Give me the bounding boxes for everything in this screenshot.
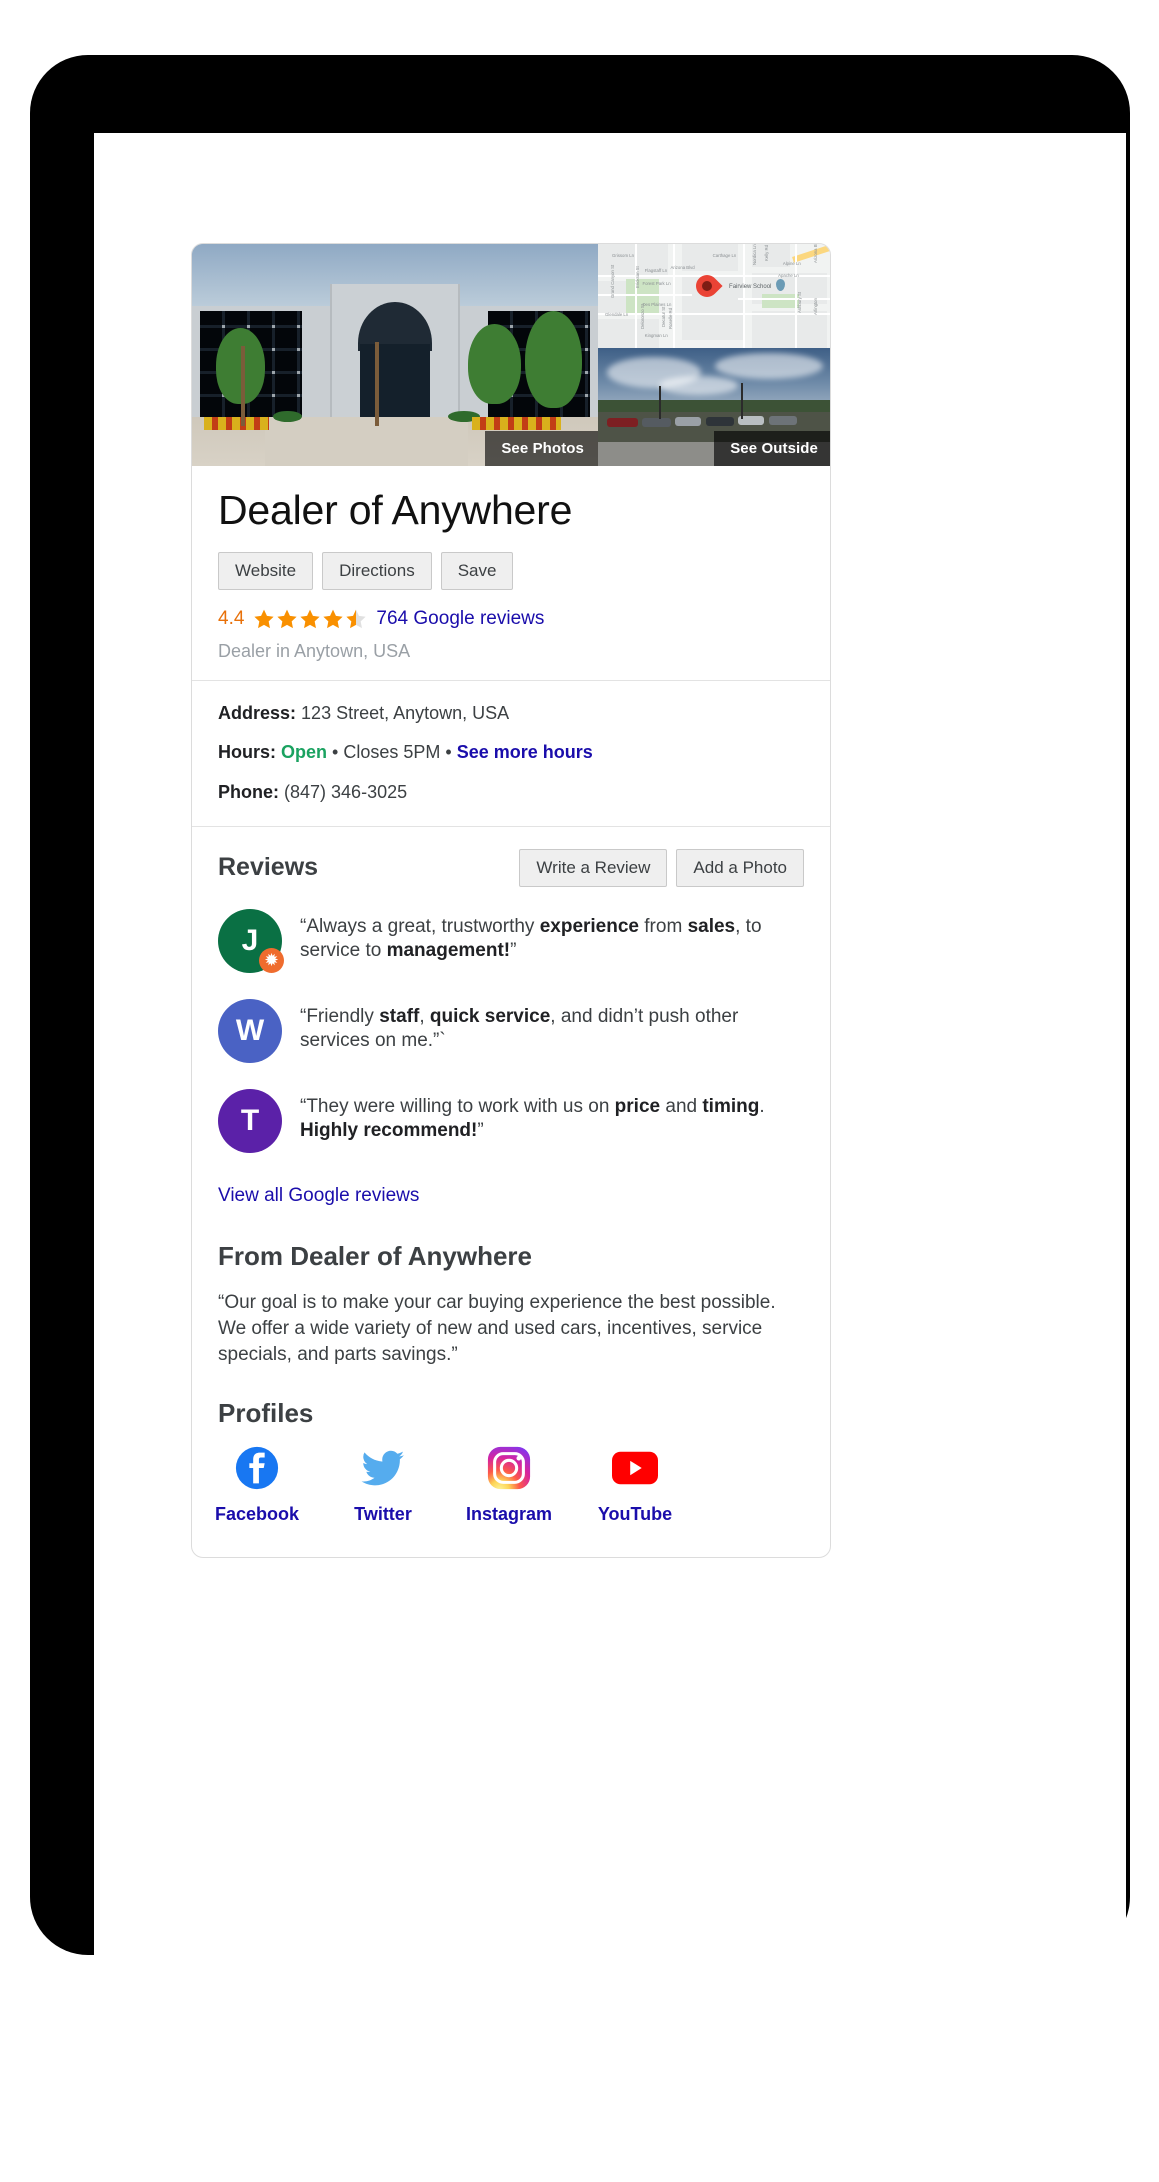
directions-button[interactable]: Directions	[322, 551, 432, 590]
hours-label: Hours:	[218, 742, 276, 763]
avatar-initial: T	[240, 1103, 260, 1137]
profile-link-youtube[interactable]: YouTube	[596, 1445, 674, 1525]
map-poi-label: Fairview School	[729, 283, 772, 290]
rating-value: 4.4	[218, 607, 245, 629]
star-half-icon	[346, 609, 367, 628]
star-rating	[253, 608, 367, 630]
from-business-heading: From Dealer of Anywhere	[218, 1240, 533, 1271]
review-item: J ✹ “Always a great, trustworthy experienc…	[218, 908, 804, 973]
category-location: Dealer in Anytown, USA	[218, 640, 411, 661]
see-outside-caption[interactable]: See Outside	[714, 431, 830, 466]
profiles-heading: Profiles	[218, 1398, 314, 1429]
hours-closing-time: Closes 5PM	[343, 742, 441, 763]
review-item: W “Friendly staff, quick service, and did…	[218, 998, 804, 1063]
media-strip: See Photos Grissom Ln Flagstaff Ln Fores…	[192, 244, 830, 466]
profile-label-facebook: Facebook	[214, 1504, 300, 1525]
storefront-photo[interactable]: See Photos	[192, 244, 598, 466]
reviews-heading: Reviews	[218, 853, 319, 882]
location-map[interactable]: Grissom Ln Flagstaff Ln Forest Park Ln D…	[598, 244, 830, 348]
see-photos-caption[interactable]: See Photos	[485, 431, 598, 466]
action-button-row: Website Directions Save	[218, 551, 804, 590]
save-button[interactable]: Save	[440, 551, 514, 590]
google-reviews-link[interactable]: 764 Google reviews	[376, 608, 544, 630]
phone-device-frame: See Photos Grissom Ln Flagstaff Ln Fores…	[30, 55, 1130, 1988]
hours-separator-2: •	[445, 742, 452, 763]
hours-separator-1: •	[332, 742, 339, 763]
reviews-section: Reviews Write a Review Add a Photo J ✹ “Al…	[192, 827, 830, 1241]
rating-row: 4.4 764 Google reviews	[218, 608, 804, 630]
review-text: “They were willing to work with us on pr…	[300, 1095, 765, 1142]
profile-link-instagram[interactable]: Instagram	[466, 1445, 552, 1525]
review-list: J ✹ “Always a great, trustworthy experienc…	[218, 908, 804, 1153]
avatar-initial: W	[235, 1013, 265, 1047]
screenshot-root: See Photos Grissom Ln Flagstaff Ln Fores…	[0, 0, 1159, 2182]
profile-label-youtube: YouTube	[597, 1504, 673, 1525]
reviews-button-group: Write a Review Add a Photo	[519, 848, 804, 887]
profiles-section: Profiles Facebook Twitter Instagram YouT…	[192, 1368, 830, 1551]
star-full-icon	[277, 609, 298, 628]
address-row: Address: 123 Street, Anytown, USA	[218, 701, 804, 725]
google-knowledge-panel-card: See Photos Grissom Ln Flagstaff Ln Fores…	[191, 243, 831, 1558]
avatar: J ✹	[218, 908, 284, 973]
hours-status: Open	[281, 742, 328, 763]
review-item: T “They were willing to work with us on p…	[218, 1088, 804, 1153]
view-all-reviews-link[interactable]: View all Google reviews	[218, 1185, 419, 1207]
profile-link-twitter[interactable]: Twitter	[344, 1445, 422, 1525]
street-view-photo[interactable]: See Outside	[598, 348, 830, 466]
address-value: 123 Street, Anytown, USA	[301, 702, 510, 723]
avatar: W	[218, 998, 282, 1063]
see-more-hours-link[interactable]: See more hours	[457, 742, 593, 762]
add-photo-button[interactable]: Add a Photo	[676, 848, 804, 887]
avatar: T	[218, 1088, 282, 1153]
phone-value[interactable]: (847) 346-3025	[284, 782, 407, 802]
write-review-button[interactable]: Write a Review	[519, 848, 668, 887]
avatar-initial: J	[241, 923, 259, 957]
website-button[interactable]: Website	[218, 551, 314, 590]
media-right-column: Grissom Ln Flagstaff Ln Forest Park Ln D…	[598, 244, 830, 466]
hours-row: Hours: Open • Closes 5PM • See more hour…	[218, 740, 804, 764]
page-title: Dealer of Anywhere	[218, 487, 573, 533]
star-full-icon	[254, 609, 275, 628]
profiles-row: Facebook Twitter Instagram YouTube	[214, 1445, 804, 1525]
star-full-icon	[323, 609, 344, 628]
facebook-icon	[235, 1447, 279, 1490]
phone-screen: See Photos Grissom Ln Flagstaff Ln Fores…	[94, 133, 1126, 1988]
phone-label: Phone:	[218, 781, 279, 802]
profile-label-instagram: Instagram	[465, 1504, 553, 1525]
profile-label-twitter: Twitter	[354, 1504, 412, 1525]
youtube-icon	[612, 1452, 658, 1485]
instagram-icon	[487, 1447, 531, 1490]
address-label: Address:	[218, 702, 297, 723]
review-text: “Always a great, trustworthy experience …	[300, 915, 762, 962]
reviews-header: Reviews Write a Review Add a Photo	[218, 848, 804, 887]
twitter-icon	[361, 1451, 405, 1486]
phone-row: Phone: (847) 346-3025	[218, 780, 804, 804]
review-text: “Friendly staff, quick service, and didn…	[300, 1005, 739, 1052]
business-header: Dealer of Anywhere Website Directions Sa…	[192, 466, 830, 681]
from-business-section: From Dealer of Anywhere “Our goal is to …	[192, 1241, 830, 1369]
star-full-icon	[300, 609, 321, 628]
business-facts: Address: 123 Street, Anytown, USA Hours:…	[192, 681, 830, 827]
from-business-body: “Our goal is to make your car buying exp…	[218, 1291, 776, 1366]
profile-link-facebook[interactable]: Facebook	[214, 1445, 300, 1525]
star-badge-icon: ✹	[259, 947, 284, 973]
